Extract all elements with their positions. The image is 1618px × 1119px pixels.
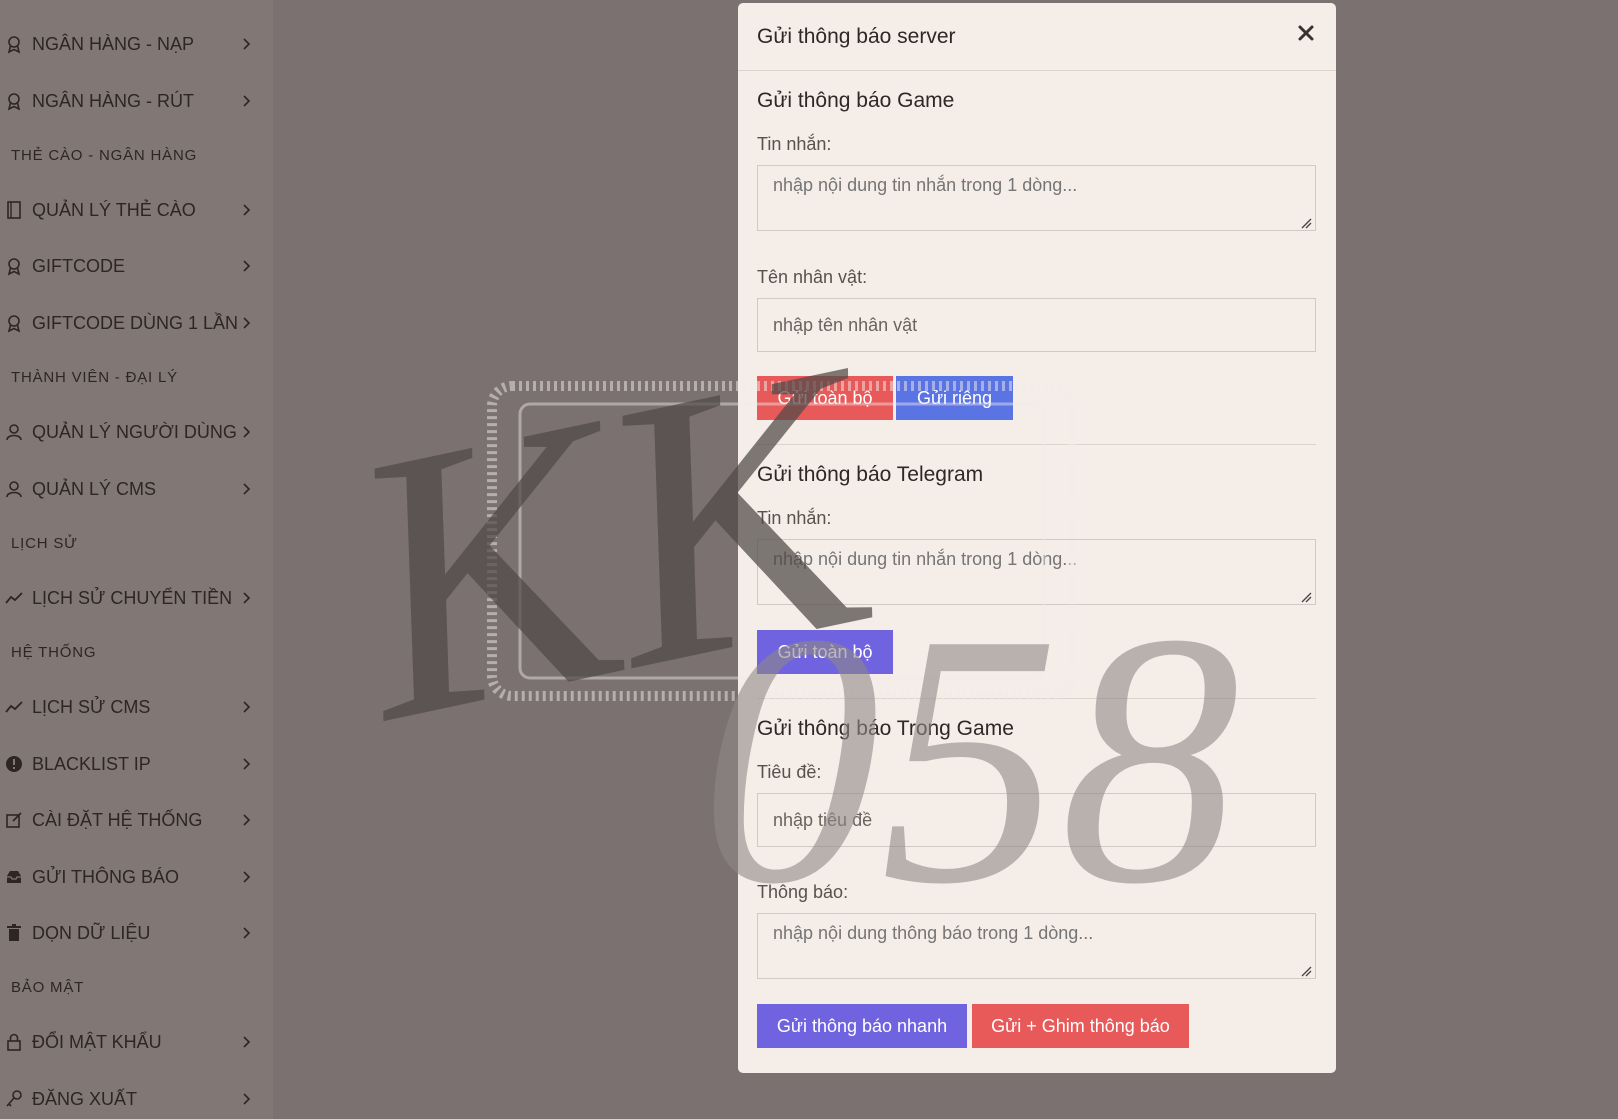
sidebar-item[interactable]: ĐỔI MẬT KHẨU: [0, 1022, 273, 1062]
modal-header: Gửi thông báo server: [738, 3, 1336, 71]
chevron-right-icon: [243, 927, 251, 939]
modal-title: Gửi thông báo server: [757, 25, 956, 48]
sidebar-item-label: BLACKLIST IP: [32, 753, 151, 774]
character-name-label: Tên nhân vật:: [757, 267, 868, 287]
chevron-right-icon: [243, 1093, 251, 1105]
ingame-section-title: Gửi thông báo Trong Game: [757, 717, 1014, 740]
sidebar-item[interactable]: CÀI ĐẶT HỆ THỐNG: [0, 800, 273, 840]
sidebar-heading: BẢO MẬT: [11, 979, 85, 996]
chevron-right-icon: [243, 701, 251, 713]
award-icon: [7, 36, 21, 54]
quick-send-button[interactable]: Gửi thông báo nhanh: [757, 1004, 967, 1048]
sidebar-heading: HỆ THỐNG: [11, 644, 97, 661]
chevron-right-icon: [243, 317, 251, 329]
sidebar-item[interactable]: GỬI THÔNG BÁO: [0, 857, 273, 897]
sidebar-item-label: LỊCH SỬ CMS: [32, 696, 151, 717]
sidebar-heading: THẺ CÀO - NGÂN HÀNG: [11, 147, 198, 164]
key-icon: [6, 1090, 22, 1107]
sidebar-item-label: GỬI THÔNG BÁO: [32, 866, 180, 887]
sidebar-item-label: GIFTCODE: [32, 255, 125, 276]
chevron-right-icon: [243, 871, 251, 883]
game-section-title: Gửi thông báo Game: [757, 89, 955, 112]
trending-icon: [5, 701, 23, 713]
game-message-label: Tin nhắn:: [757, 134, 832, 154]
award-icon: [7, 258, 21, 276]
sidebar-heading: THÀNH VIÊN - ĐẠI LÝ: [11, 369, 178, 386]
chevron-right-icon: [243, 758, 251, 770]
book-icon: [7, 201, 21, 219]
resize-grip-icon[interactable]: [1300, 217, 1312, 229]
section-divider: [757, 698, 1316, 699]
character-name-placeholder: nhập tên nhân vật: [773, 314, 918, 335]
sidebar-item[interactable]: NGÂN HÀNG - NẠP: [0, 24, 273, 64]
inbox-icon: [7, 871, 21, 883]
user-icon: [6, 481, 22, 498]
telegram-section-title: Gửi thông báo Telegram: [757, 463, 984, 486]
sidebar-item-label: NGÂN HÀNG - RÚT: [32, 90, 194, 111]
subject-label: Tiêu đề:: [757, 762, 822, 782]
character-name-input[interactable]: nhập tên nhân vật: [757, 298, 1316, 352]
subject-input[interactable]: nhập tiêu đề: [757, 793, 1316, 847]
sidebar-item[interactable]: DỌN DỮ LIỆU: [0, 913, 273, 953]
sidebar-item[interactable]: QUẢN LÝ NGƯỜI DÙNG: [0, 412, 273, 452]
sidebar-item[interactable]: QUẢN LÝ CMS: [0, 469, 273, 509]
sidebar-item-label: NGÂN HÀNG - NẠP: [32, 33, 195, 54]
award-icon: [7, 315, 21, 333]
chevron-right-icon: [243, 38, 251, 50]
close-icon: [1298, 25, 1314, 41]
chevron-right-icon: [243, 260, 251, 272]
chevron-right-icon: [243, 814, 251, 826]
telegram-send-all-button[interactable]: Gửi toàn bộ: [757, 630, 893, 674]
sidebar-item-label: QUẢN LÝ NGƯỜI DÙNG: [32, 421, 237, 442]
notice-input[interactable]: [757, 913, 1316, 979]
resize-grip-icon[interactable]: [1300, 965, 1312, 977]
send-pin-button[interactable]: Gửi + Ghim thông báo: [972, 1004, 1189, 1048]
chevron-right-icon: [243, 1036, 251, 1048]
sidebar-item-label: ĐỔI MẬT KHẨU: [32, 1031, 162, 1052]
alert-circle-icon: [6, 756, 22, 772]
sidebar-item[interactable]: ĐĂNG XUẤT: [0, 1079, 273, 1119]
section-divider: [757, 444, 1316, 445]
trash-icon: [7, 924, 21, 941]
sidebar-item-label: ĐĂNG XUẤT: [32, 1088, 138, 1109]
game-send-private-button[interactable]: Gửi riêng: [896, 376, 1013, 420]
resize-grip-icon[interactable]: [1300, 591, 1312, 603]
close-button[interactable]: [1294, 21, 1318, 45]
telegram-message-label: Tin nhắn:: [757, 508, 832, 528]
sidebar-item-label: LỊCH SỬ CHUYỂN TIỀN: [32, 587, 233, 608]
sidebar-item[interactable]: NGÂN HÀNG - RÚT: [0, 81, 273, 121]
sidebar-item-label: QUẢN LÝ THẺ CÀO: [32, 199, 196, 220]
send-notification-modal: Gửi thông báo server Gửi thông báo Game …: [738, 3, 1336, 1073]
game-message-input[interactable]: [757, 165, 1316, 231]
chevron-right-icon: [243, 483, 251, 495]
subject-placeholder: nhập tiêu đề: [773, 809, 873, 830]
sidebar-item[interactable]: LỊCH SỬ CHUYỂN TIỀN: [0, 578, 273, 618]
chevron-right-icon: [243, 592, 251, 604]
sidebar-heading: LỊCH SỬ: [11, 535, 78, 552]
chevron-right-icon: [243, 95, 251, 107]
sidebar-item[interactable]: GIFTCODE DÙNG 1 LẦN: [0, 303, 273, 343]
sidebar-item[interactable]: LỊCH SỬ CMS: [0, 687, 273, 727]
user-icon: [6, 424, 22, 441]
lock-icon: [7, 1033, 21, 1051]
sidebar-item-label: QUẢN LÝ CMS: [32, 478, 157, 499]
chevron-right-icon: [243, 204, 251, 216]
sidebar-item[interactable]: BLACKLIST IP: [0, 744, 273, 784]
sidebar-item[interactable]: GIFTCODE: [0, 246, 273, 286]
notice-label: Thông báo:: [757, 882, 849, 902]
chevron-right-icon: [243, 426, 251, 438]
trending-icon: [5, 592, 23, 604]
sidebar-item-label: DỌN DỮ LIỆU: [32, 922, 151, 943]
sidebar-item-label: CÀI ĐẶT HỆ THỐNG: [32, 809, 203, 830]
award-icon: [7, 93, 21, 111]
sidebar: NGÂN HÀNG - NẠP NGÂN HÀNG - RÚT THẺ CÀO - …: [0, 0, 273, 1119]
edit-icon: [6, 812, 22, 828]
game-send-all-button[interactable]: Gửi toàn bộ: [757, 376, 893, 420]
sidebar-item[interactable]: QUẢN LÝ THẺ CÀO: [0, 190, 273, 230]
telegram-message-input[interactable]: [757, 539, 1316, 605]
sidebar-item-label: GIFTCODE DÙNG 1 LẦN: [32, 312, 239, 333]
